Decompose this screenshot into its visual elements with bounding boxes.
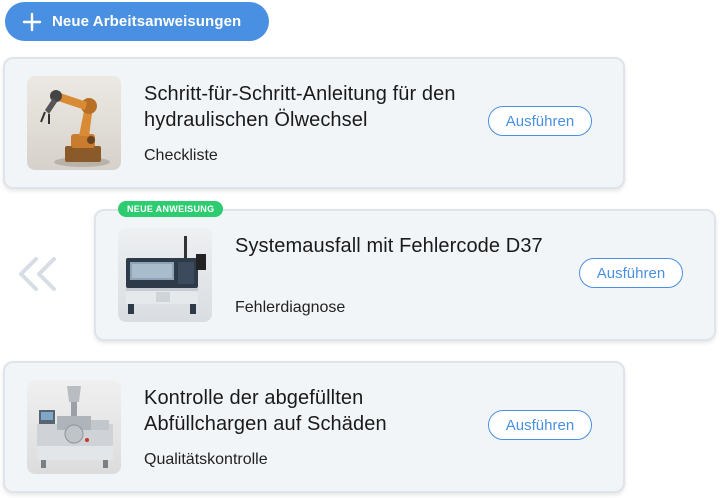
- plus-icon: [22, 12, 42, 31]
- run-button[interactable]: Ausführen: [488, 106, 592, 136]
- card-title: Schritt-für-Schritt-Anleitung für den hy…: [144, 83, 456, 131]
- instruction-card: Systemausfall mit Fehlercode D37 Fehlerd…: [94, 209, 716, 341]
- double-chevron-left-icon[interactable]: [16, 256, 60, 292]
- instruction-card: Schritt-für-Schritt-Anleitung für den hy…: [3, 57, 625, 189]
- card-title: Kontrolle der abgefüllten Abfüllchargen …: [144, 387, 387, 435]
- new-instruction-badge: NEUE ANWEISUNG: [118, 201, 224, 217]
- new-work-instructions-label: Neue Arbeitsanweisungen: [52, 13, 242, 30]
- card-title: Systemausfall mit Fehlercode D37: [235, 235, 543, 257]
- filling-machine-image: [27, 380, 121, 474]
- laser-machine-image: [118, 228, 212, 322]
- instruction-card: Kontrolle der abgefüllten Abfüllchargen …: [3, 361, 625, 493]
- run-button[interactable]: Ausführen: [488, 410, 592, 440]
- card-type: Qualitätskontrolle: [144, 451, 268, 468]
- card-type: Fehlerdiagnose: [235, 299, 346, 316]
- robot-arm-image: [27, 76, 121, 170]
- new-work-instructions-button[interactable]: Neue Arbeitsanweisungen: [5, 2, 269, 41]
- card-type: Checkliste: [144, 147, 218, 164]
- run-button[interactable]: Ausführen: [579, 258, 683, 288]
